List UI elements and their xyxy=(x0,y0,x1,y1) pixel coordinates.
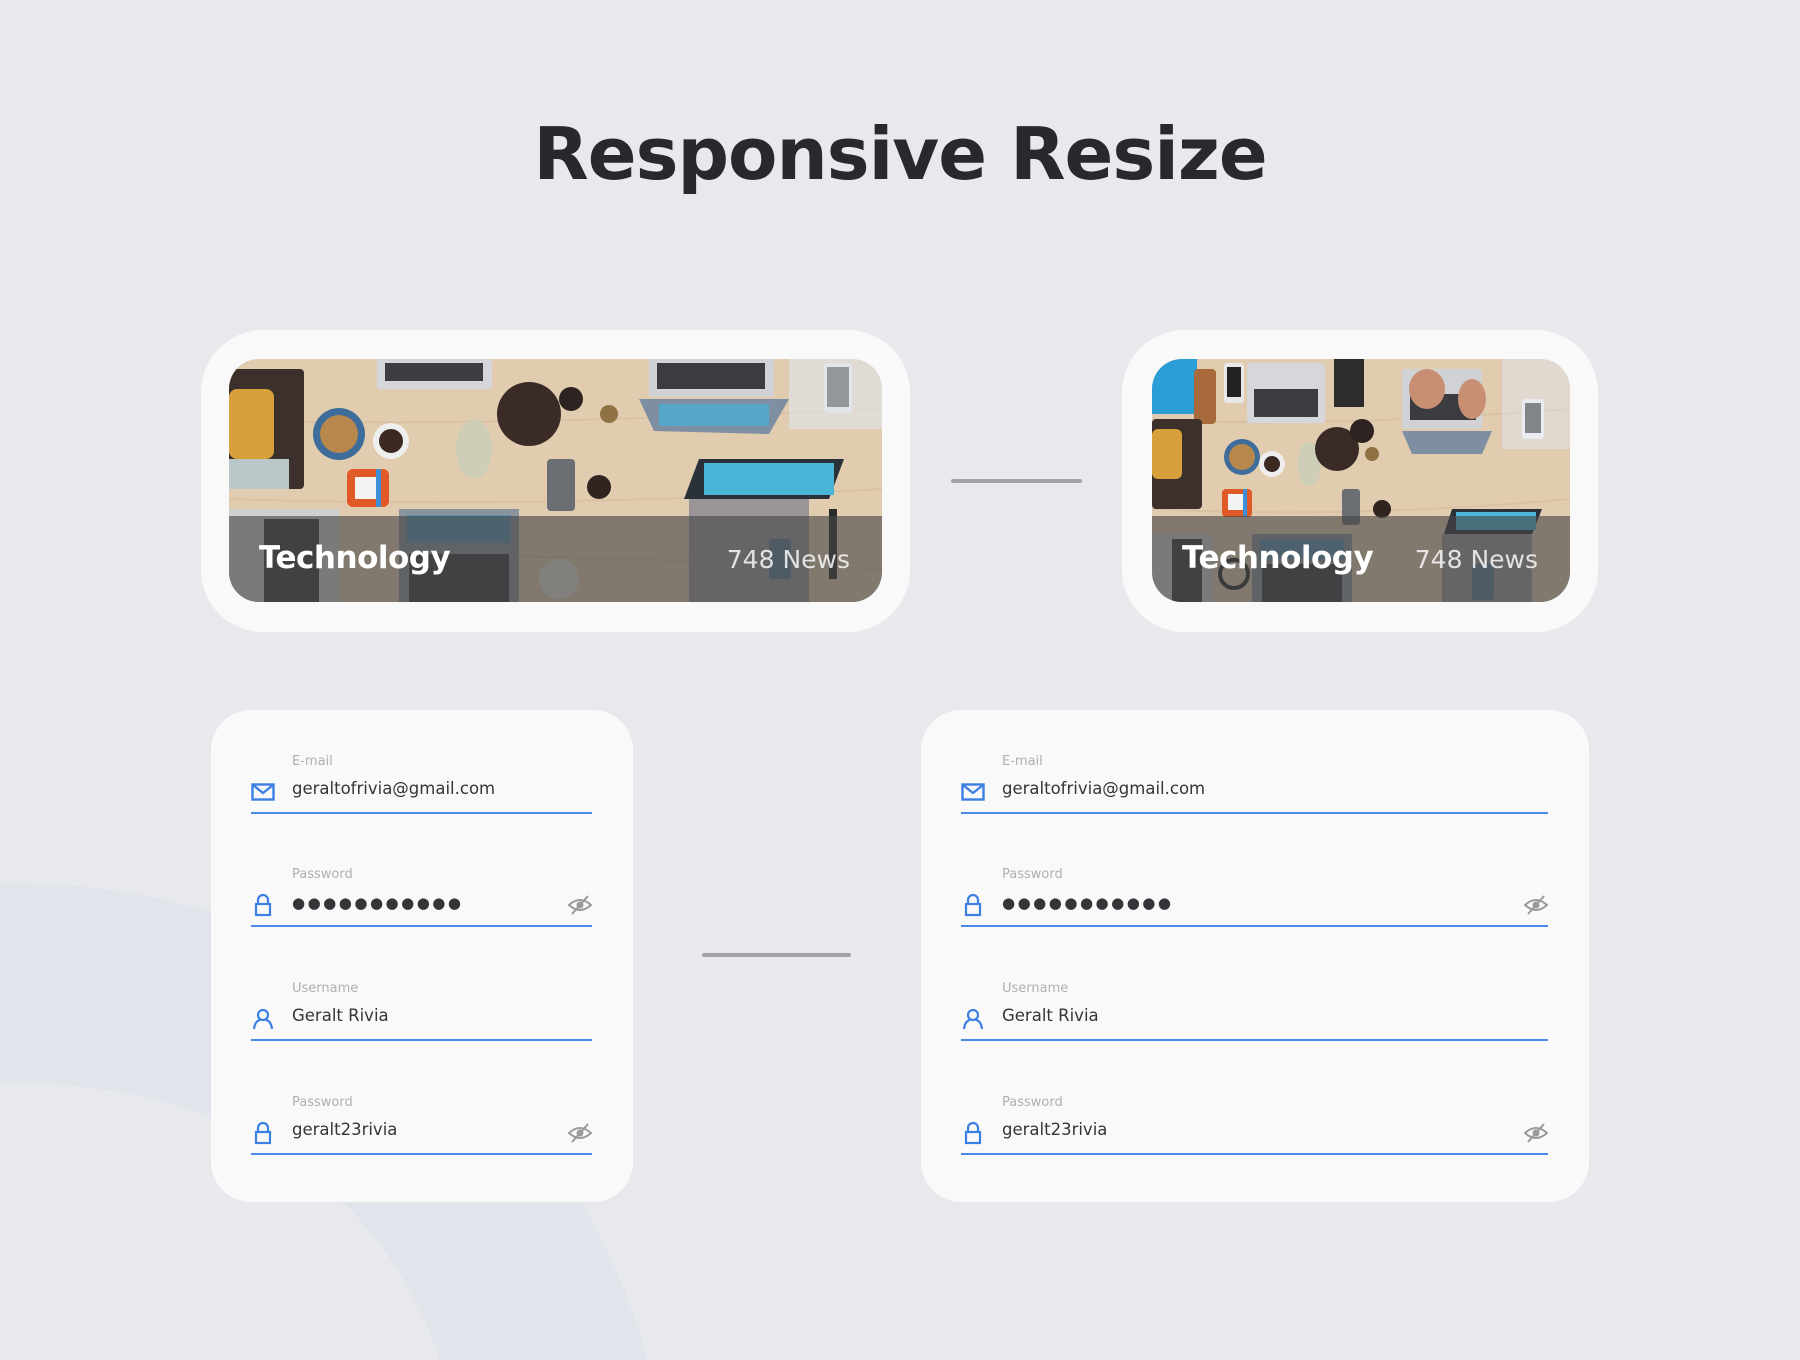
username-field[interactable]: Username Geralt Rivia xyxy=(251,981,592,1061)
field-label: Password xyxy=(292,1095,353,1110)
field-label: E-mail xyxy=(1002,754,1043,769)
field-underline xyxy=(961,1153,1548,1155)
category-card-narrow[interactable]: Technology 748 News xyxy=(1122,330,1598,632)
user-icon xyxy=(962,1008,984,1030)
field-label: Username xyxy=(1002,981,1069,996)
field-underline xyxy=(251,1153,592,1155)
field-underline xyxy=(251,812,592,814)
field-value[interactable]: geralt23rivia xyxy=(1002,1120,1107,1139)
field-underline xyxy=(961,925,1548,927)
lock-icon xyxy=(254,893,272,917)
field-value[interactable]: geraltofrivia@gmail.com xyxy=(292,779,495,798)
email-field[interactable]: E-mail geraltofrivia@gmail.com xyxy=(961,754,1548,834)
resize-connector-line xyxy=(702,953,851,957)
password-field[interactable]: Password geralt23rivia xyxy=(961,1095,1548,1175)
field-value[interactable]: Geralt Rivia xyxy=(1002,1006,1099,1025)
field-value[interactable]: Geralt Rivia xyxy=(292,1006,389,1025)
field-value-masked[interactable]: ●●●●●●●●●●● xyxy=(1002,894,1173,912)
mail-icon xyxy=(961,783,985,801)
eye-off-icon[interactable] xyxy=(1524,1122,1548,1144)
news-count: 748 News xyxy=(726,545,850,574)
category-title: Technology xyxy=(1182,540,1374,576)
user-icon xyxy=(252,1008,274,1030)
password-field[interactable]: Password geralt23rivia xyxy=(251,1095,592,1175)
password-field[interactable]: Password ●●●●●●●●●●● xyxy=(961,867,1548,947)
password-field[interactable]: Password ●●●●●●●●●●● xyxy=(251,867,592,947)
login-form-wide: E-mail geraltofrivia@gmail.com Password … xyxy=(921,710,1589,1202)
field-value[interactable]: geralt23rivia xyxy=(292,1120,397,1139)
field-underline xyxy=(251,1039,592,1041)
eye-off-icon[interactable] xyxy=(568,894,592,916)
field-value-masked[interactable]: ●●●●●●●●●●● xyxy=(292,894,463,912)
field-label: E-mail xyxy=(292,754,333,769)
username-field[interactable]: Username Geralt Rivia xyxy=(961,981,1548,1061)
field-label: Password xyxy=(1002,867,1063,882)
lock-icon xyxy=(964,1121,982,1145)
field-label: Password xyxy=(292,867,353,882)
category-image: Technology 748 News xyxy=(1152,359,1570,602)
field-label: Password xyxy=(1002,1095,1063,1110)
resize-connector-line xyxy=(951,479,1082,483)
category-card-wide[interactable]: Technology 748 News xyxy=(201,330,910,632)
lock-icon xyxy=(964,893,982,917)
field-underline xyxy=(961,1039,1548,1041)
category-title: Technology xyxy=(259,540,451,576)
page-title: Responsive Resize xyxy=(533,112,1267,196)
lock-icon xyxy=(254,1121,272,1145)
email-field[interactable]: E-mail geraltofrivia@gmail.com xyxy=(251,754,592,834)
field-underline xyxy=(251,925,592,927)
category-image: Technology 748 News xyxy=(229,359,882,602)
news-count: 748 News xyxy=(1414,545,1538,574)
mail-icon xyxy=(251,783,275,801)
eye-off-icon[interactable] xyxy=(1524,894,1548,916)
eye-off-icon[interactable] xyxy=(568,1122,592,1144)
login-form-narrow: E-mail geraltofrivia@gmail.com Password … xyxy=(211,710,633,1202)
field-label: Username xyxy=(292,981,359,996)
field-value[interactable]: geraltofrivia@gmail.com xyxy=(1002,779,1205,798)
field-underline xyxy=(961,812,1548,814)
